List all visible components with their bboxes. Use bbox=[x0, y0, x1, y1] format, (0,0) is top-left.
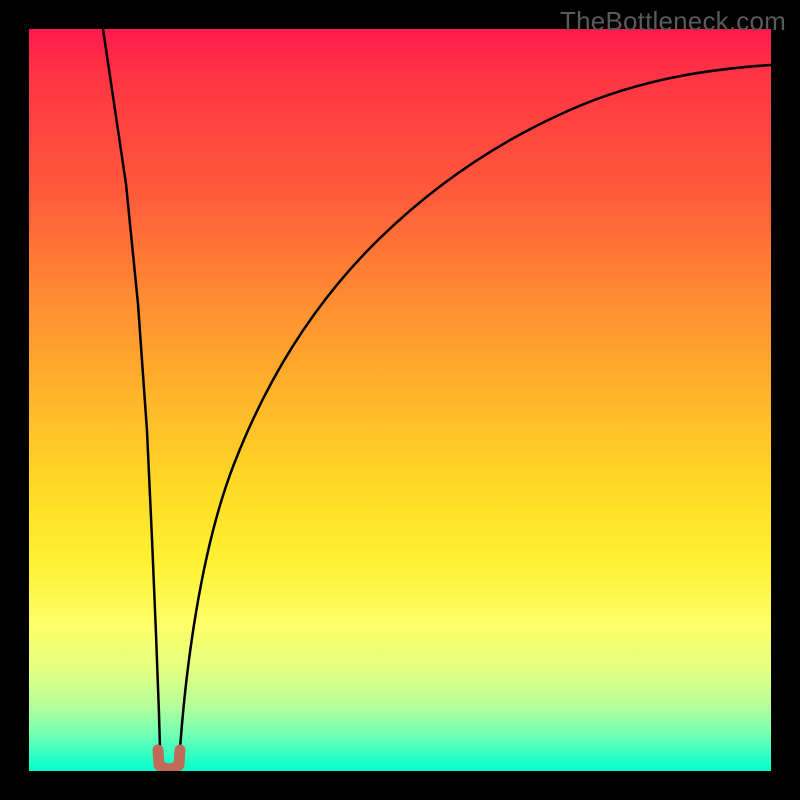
curve-right-branch bbox=[179, 65, 771, 764]
curve-left-branch bbox=[103, 29, 161, 764]
chart-frame bbox=[29, 29, 771, 771]
valley-marker bbox=[158, 750, 180, 769]
watermark-text: TheBottleneck.com bbox=[560, 6, 786, 37]
bottleneck-chart bbox=[29, 29, 771, 771]
